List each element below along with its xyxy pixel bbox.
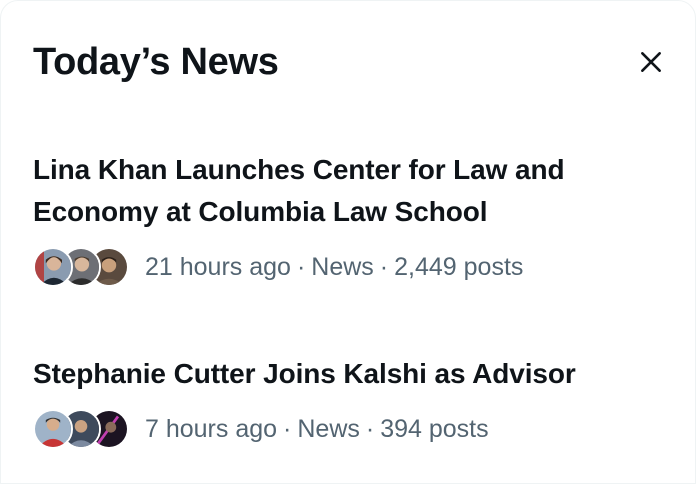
news-post-count: 2,449 posts bbox=[394, 252, 524, 281]
meta-separator: · bbox=[379, 252, 389, 281]
news-category: News bbox=[311, 252, 374, 281]
meta-separator: · bbox=[283, 414, 292, 443]
news-time: 21 hours ago bbox=[145, 252, 291, 281]
headline-line: Lina Khan Launches Center for Law and bbox=[33, 154, 565, 185]
avatar-group bbox=[33, 407, 131, 451]
meta-separator: · bbox=[296, 252, 306, 281]
news-category: News bbox=[297, 414, 360, 443]
close-icon bbox=[641, 52, 661, 72]
headline-line: Economy at Columbia Law School bbox=[33, 196, 488, 227]
news-meta: 7 hours ago · News · 394 posts bbox=[33, 407, 655, 451]
news-time: 7 hours ago bbox=[145, 414, 278, 443]
close-button[interactable] bbox=[631, 42, 671, 82]
panel-header: Today’s News bbox=[33, 37, 663, 87]
panel-title: Today’s News bbox=[33, 41, 279, 83]
avatar-group bbox=[33, 245, 131, 289]
meta-separator: · bbox=[365, 414, 375, 443]
news-meta-text: 21 hours ago · News · 2,449 posts bbox=[145, 253, 523, 282]
todays-news-panel: Today’s News Lina Khan Launches Center f… bbox=[0, 0, 696, 484]
avatar bbox=[33, 409, 73, 449]
news-post-count: 394 posts bbox=[380, 414, 489, 443]
news-item-stephanie-cutter[interactable]: Stephanie Cutter Joins Kalshi as Advisor bbox=[33, 353, 655, 451]
news-headline: Stephanie Cutter Joins Kalshi as Advisor bbox=[33, 353, 655, 395]
headline-line: Stephanie Cutter Joins Kalshi as Advisor bbox=[33, 358, 576, 389]
avatar bbox=[33, 247, 73, 287]
news-item-lina-khan[interactable]: Lina Khan Launches Center for Law and Ec… bbox=[33, 149, 655, 289]
news-meta-text: 7 hours ago · News · 394 posts bbox=[145, 415, 489, 444]
news-headline: Lina Khan Launches Center for Law and Ec… bbox=[33, 149, 655, 233]
news-meta: 21 hours ago · News · 2,449 posts bbox=[33, 245, 655, 289]
